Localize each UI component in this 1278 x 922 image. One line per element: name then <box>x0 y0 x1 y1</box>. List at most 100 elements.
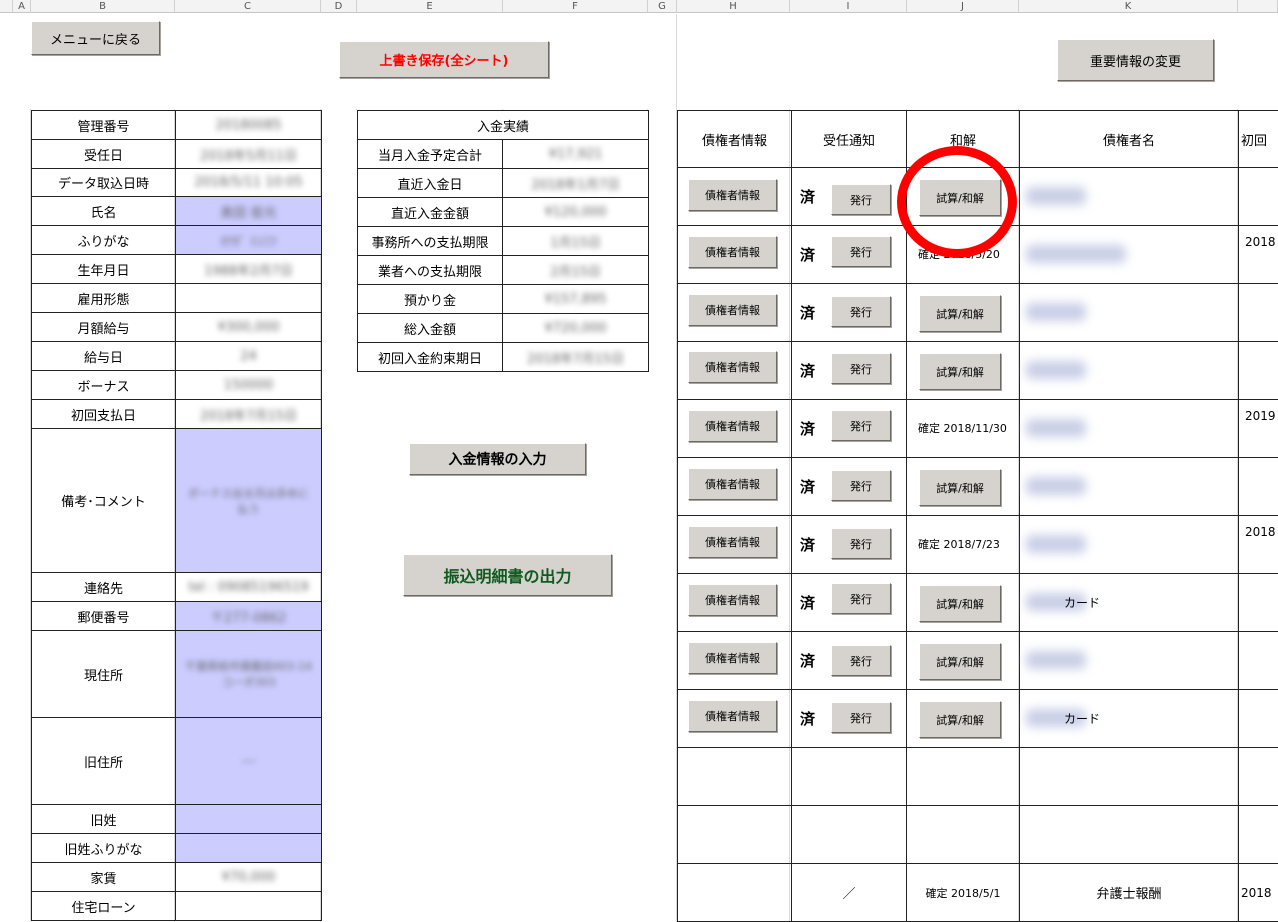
creditor-info-button[interactable]: 債権者情報 <box>688 526 777 558</box>
payment-input-button[interactable]: 入金情報の入力 <box>409 443 586 475</box>
info-value[interactable]: 〒277-0862 <box>175 601 322 631</box>
info-value-text: --- <box>241 753 256 769</box>
creditor-info-button[interactable]: 債権者情報 <box>688 294 777 326</box>
creditor-footer-cell: ／ <box>791 863 907 922</box>
payment-value[interactable]: 2018年1月7日 <box>501 168 650 198</box>
select-all-corner[interactable] <box>0 0 13 13</box>
column-header-b[interactable]: B <box>31 0 175 13</box>
creditor-info-button[interactable]: 債権者情報 <box>688 179 777 211</box>
calc-settle-button[interactable]: 試算/和解 <box>919 353 1001 390</box>
payment-value[interactable]: 2月15日 <box>501 255 650 285</box>
column-header-g[interactable]: G <box>648 0 677 13</box>
transfer-statement-output-button[interactable]: 振込明細書の出力 <box>403 554 612 596</box>
creditor-name-redacted <box>1026 651 1086 669</box>
issue-button[interactable]: 発行 <box>831 583 891 614</box>
info-value[interactable]: ボーナス出る月は多めに払う <box>175 428 322 573</box>
calc-settle-button[interactable]: 試算/和解 <box>919 295 1001 332</box>
info-value[interactable]: 150000 <box>175 370 322 400</box>
info-label: 受任日 <box>31 139 176 169</box>
issue-button[interactable]: 発行 <box>831 296 891 327</box>
issue-button[interactable]: 発行 <box>831 528 891 559</box>
info-label: 現住所 <box>31 630 176 718</box>
settlement-status: 確定 2018/7/23 <box>918 538 1000 551</box>
info-value[interactable]: ¥70,000 <box>175 862 322 892</box>
info-value[interactable] <box>175 833 322 863</box>
column-header-next[interactable] <box>1238 0 1278 13</box>
creditor-row <box>677 747 1278 806</box>
info-row: 旧姓ふりがな <box>31 833 322 863</box>
issue-button[interactable]: 発行 <box>831 236 891 267</box>
column-header-h[interactable]: H <box>677 0 790 13</box>
column-header-f[interactable]: F <box>503 0 648 13</box>
column-header-j[interactable]: J <box>907 0 1019 13</box>
info-value[interactable]: 20180085 <box>175 110 322 140</box>
info-value[interactable]: ¥300,000 <box>175 312 322 342</box>
payment-value-text: ¥17,921 <box>548 146 603 162</box>
creditor-cell <box>791 805 907 864</box>
info-value-text: ¥300,000 <box>217 319 280 335</box>
payment-label: 当月入金予定合計 <box>357 139 503 169</box>
calc-settle-button[interactable]: 試算/和解 <box>919 469 1001 506</box>
column-header-a[interactable]: A <box>13 0 31 13</box>
column-header-k[interactable]: K <box>1019 0 1238 13</box>
info-value-text: 20180085 <box>215 117 282 133</box>
info-value[interactable] <box>175 283 322 313</box>
creditor-info-button[interactable]: 債権者情報 <box>688 642 777 674</box>
payment-value[interactable]: 1月15日 <box>501 226 650 256</box>
issue-button[interactable]: 発行 <box>831 702 891 733</box>
calc-settle-button[interactable]: 試算/和解 <box>919 701 1001 738</box>
info-value[interactable] <box>175 891 322 921</box>
payment-value[interactable]: ¥120,000 <box>501 197 650 227</box>
column-header-c[interactable]: C <box>175 0 321 13</box>
creditor-info-button[interactable]: 債権者情報 <box>688 236 777 268</box>
info-value[interactable]: ｵｸﾀﾞ ﾄｼﾐﾂ <box>175 225 322 255</box>
info-label: ボーナス <box>31 370 176 400</box>
column-header-d[interactable]: D <box>321 0 357 13</box>
info-value[interactable]: 奥田 俊光 <box>175 196 322 226</box>
info-value[interactable]: --- <box>175 717 322 805</box>
payment-value[interactable]: 2018年7月15日 <box>501 342 650 372</box>
issue-button[interactable]: 発行 <box>831 184 891 215</box>
creditor-name: カード <box>1064 712 1101 726</box>
info-label: データ取込日時 <box>31 168 176 197</box>
notice-done-mark: 済 <box>800 536 816 554</box>
creditor-name-redacted <box>1026 535 1086 553</box>
important-info-change-button[interactable]: 重要情報の変更 <box>1057 39 1214 81</box>
payment-row: 事務所への支払期限 1月15日 <box>357 226 650 256</box>
issue-button[interactable]: 発行 <box>831 645 891 676</box>
creditor-info-button[interactable]: 債権者情報 <box>688 700 777 732</box>
payment-header-row: 入金実績 <box>356 110 650 140</box>
info-row: 旧姓 <box>31 804 322 834</box>
save-all-button[interactable]: 上書き保存(全シート) <box>339 41 549 78</box>
payment-value[interactable]: ¥17,921 <box>501 139 650 169</box>
issue-button[interactable]: 発行 <box>831 353 891 384</box>
menu-button[interactable]: メニューに戻る <box>31 21 160 55</box>
column-header-e[interactable]: E <box>357 0 503 13</box>
info-value[interactable]: 1988年2月7日 <box>175 254 322 284</box>
info-value[interactable]: 24 <box>175 341 322 371</box>
creditor-name-redacted <box>1026 245 1126 263</box>
first-payment-year: 2018 <box>1245 235 1276 249</box>
creditor-info-button[interactable]: 債権者情報 <box>688 351 777 383</box>
first-payment-year: 2019 <box>1245 409 1276 423</box>
calc-settle-button[interactable]: 試算/和解 <box>919 585 1001 622</box>
creditor-info-button[interactable]: 債権者情報 <box>688 468 777 500</box>
info-value-text: 2018年7月15日 <box>200 408 297 424</box>
info-value[interactable]: tel : 09085196519 <box>175 572 322 602</box>
info-value-text: 24 <box>240 348 257 364</box>
creditor-info-button[interactable]: 債権者情報 <box>688 584 777 616</box>
info-value[interactable] <box>175 804 322 834</box>
creditor-cell <box>677 747 792 806</box>
payment-value[interactable]: ¥157,895 <box>501 284 650 314</box>
info-value[interactable]: 2018年7月15日 <box>175 399 322 429</box>
issue-button[interactable]: 発行 <box>831 470 891 501</box>
info-value[interactable]: 千葉県柏市篠籠田403-14 コーポ303 <box>175 630 322 718</box>
payment-value[interactable]: ¥720,000 <box>501 313 650 343</box>
issue-button[interactable]: 発行 <box>831 410 891 441</box>
info-value[interactable]: 2018年5月11日 <box>175 139 322 169</box>
column-header-i[interactable]: I <box>790 0 907 13</box>
info-value[interactable]: 2018/5/11 10:05 <box>175 168 322 197</box>
notice-done-mark: 済 <box>800 246 816 264</box>
calc-settle-button[interactable]: 試算/和解 <box>919 643 1001 680</box>
creditor-info-button[interactable]: 債権者情報 <box>688 410 777 442</box>
